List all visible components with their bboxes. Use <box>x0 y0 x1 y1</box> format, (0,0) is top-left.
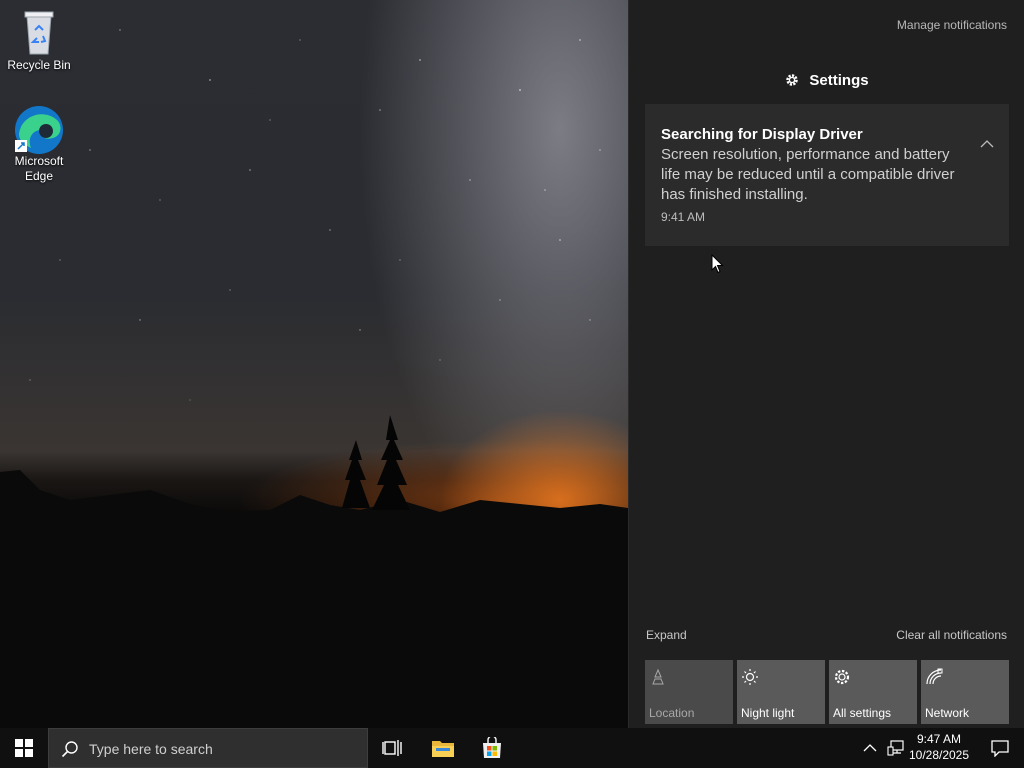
desktop-icon-label: Microsoft Edge <box>14 154 64 183</box>
quick-action-label: All settings <box>833 706 892 720</box>
action-center: Manage notifications Settings Searching … <box>628 0 1024 728</box>
windows-logo-icon <box>15 739 33 757</box>
quick-action-all-settings[interactable]: All settings <box>829 660 917 724</box>
manage-notifications-link[interactable]: Manage notifications <box>897 18 1007 32</box>
gear-icon <box>833 668 851 686</box>
clock-date: 10/28/2025 <box>908 748 970 762</box>
wallpaper-mountains <box>0 415 628 728</box>
notification-time: 9:41 AM <box>661 210 706 224</box>
desktop[interactable]: Recycle Bin Microsoft Edge <box>0 0 628 728</box>
search-placeholder: Type here to search <box>89 741 213 757</box>
taskbar-search-box[interactable]: Type here to search <box>48 728 368 768</box>
recycle-bin-icon <box>13 8 65 56</box>
network-tray-button[interactable] <box>884 728 908 768</box>
show-hidden-icons-button[interactable] <box>860 728 880 768</box>
expand-quick-actions-link[interactable]: Expand <box>646 628 687 642</box>
file-explorer-button[interactable] <box>418 728 466 768</box>
ethernet-icon <box>887 740 904 756</box>
microsoft-store-button[interactable] <box>468 728 516 768</box>
quick-action-label: Night light <box>741 706 795 720</box>
quick-action-label: Location <box>649 706 695 720</box>
notification-group-title: Settings <box>809 72 869 89</box>
night-light-icon <box>741 668 759 686</box>
quick-action-label: Network <box>925 706 970 720</box>
taskbar-clock[interactable]: 9:47 AM 10/28/2025 <box>906 731 972 763</box>
quick-actions: Location Night light All settings Networ… <box>645 660 1009 724</box>
file-explorer-icon <box>432 741 454 757</box>
edge-icon <box>13 104 65 154</box>
mouse-cursor-icon <box>711 254 724 274</box>
task-view-icon <box>382 740 402 756</box>
location-icon <box>649 668 667 686</box>
chevron-up-icon[interactable] <box>979 134 995 148</box>
task-view-button[interactable] <box>368 728 416 768</box>
quick-action-location[interactable]: Location <box>645 660 733 724</box>
notification-group-header[interactable]: Settings <box>629 72 1024 91</box>
quick-action-night-light[interactable]: Night light <box>737 660 825 724</box>
chevron-up-icon <box>863 744 877 752</box>
clear-all-notifications-link[interactable]: Clear all notifications <box>896 628 1007 642</box>
desktop-icon-label: Recycle Bin <box>7 58 71 72</box>
gear-icon <box>785 73 799 91</box>
start-button[interactable] <box>0 728 48 768</box>
notification-icon <box>991 740 1009 757</box>
notification-title: Searching for Display Driver <box>661 126 863 143</box>
microsoft-store-icon <box>483 737 501 758</box>
notification-body: Screen resolution, performance and batte… <box>661 146 955 203</box>
notification-card[interactable]: Searching for Display Driver Screen reso… <box>645 104 1009 246</box>
action-center-button[interactable] <box>976 728 1024 768</box>
clock-time: 9:47 AM <box>916 732 962 746</box>
taskbar: Type here to search 9:47 AM 10/28/2025 <box>0 728 1024 768</box>
desktop-icon-edge[interactable]: Microsoft Edge <box>1 104 77 184</box>
network-icon <box>925 668 943 686</box>
search-icon <box>61 741 78 758</box>
desktop-icon-recycle-bin[interactable]: Recycle Bin <box>1 8 77 73</box>
quick-action-network[interactable]: Network <box>921 660 1009 724</box>
